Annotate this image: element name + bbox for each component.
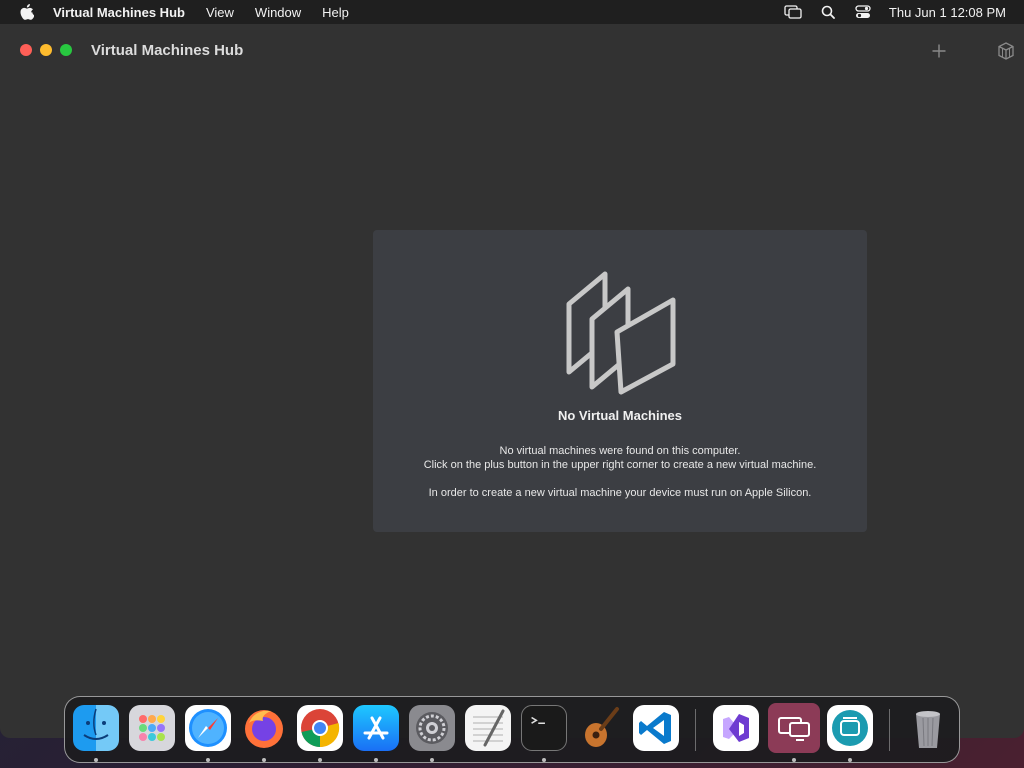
finder-icon[interactable] — [73, 705, 119, 751]
terminal-icon[interactable] — [521, 705, 567, 751]
safari-icon[interactable] — [185, 705, 231, 751]
close-window-button[interactable] — [20, 44, 32, 56]
running-indicator — [94, 758, 98, 762]
plus-icon — [932, 44, 946, 58]
menu-view[interactable]: View — [206, 5, 234, 20]
apple-icon[interactable] — [19, 4, 35, 20]
menu-bar-clock[interactable]: Thu Jun 1 12:08 PM — [889, 5, 1006, 20]
textedit-icon[interactable] — [465, 705, 511, 751]
menu-help[interactable]: Help — [322, 5, 349, 20]
layers-app-icon[interactable] — [827, 705, 873, 751]
empty-state-panel: No Virtual Machines No virtual machines … — [373, 230, 867, 532]
visual-studio-icon[interactable] — [713, 705, 759, 751]
search-icon[interactable] — [819, 4, 837, 20]
running-indicator — [206, 758, 210, 762]
screen-mirroring-icon[interactable] — [784, 4, 802, 20]
running-indicator — [430, 758, 434, 762]
garageband-icon[interactable] — [577, 705, 623, 751]
cube-icon — [998, 42, 1014, 60]
running-indicator — [262, 758, 266, 762]
dock-separator — [889, 709, 890, 751]
running-indicator — [542, 758, 546, 762]
menu-app-name[interactable]: Virtual Machines Hub — [53, 5, 185, 20]
running-indicator — [374, 758, 378, 762]
firefox-icon[interactable] — [241, 705, 287, 751]
empty-state-title: No Virtual Machines — [557, 408, 682, 423]
minimize-window-button[interactable] — [40, 44, 52, 56]
dock-separator — [695, 709, 696, 751]
chrome-icon[interactable] — [297, 705, 343, 751]
empty-state-requirement-note: In order to create a new virtual machine… — [428, 487, 812, 499]
menu-bar: Virtual Machines Hub View Window Help Th… — [0, 0, 1024, 24]
empty-state-description-line: Click on the plus button in the upper ri… — [423, 459, 817, 471]
vscode-icon[interactable] — [633, 705, 679, 751]
window-title: Virtual Machines Hub — [91, 42, 244, 59]
running-indicator — [792, 758, 796, 762]
virtual-machines-hub-icon[interactable] — [768, 703, 820, 753]
launchpad-icon[interactable] — [129, 705, 175, 751]
stacked-pages-icon — [566, 271, 676, 395]
running-indicator — [848, 758, 852, 762]
dock — [64, 696, 960, 763]
control-center-icon[interactable] — [854, 4, 872, 20]
title-bar: Virtual Machines Hub — [0, 24, 1024, 76]
trash-icon[interactable] — [905, 705, 951, 751]
cube-toolbar-button[interactable] — [995, 40, 1017, 62]
system-settings-icon[interactable] — [409, 705, 455, 751]
running-indicator — [318, 758, 322, 762]
app-store-icon[interactable] — [353, 705, 399, 751]
maximize-window-button[interactable] — [60, 44, 72, 56]
menu-window[interactable]: Window — [255, 5, 301, 20]
add-virtual-machine-button[interactable] — [929, 41, 949, 61]
empty-state-description-line: No virtual machines were found on this c… — [499, 445, 741, 457]
app-window: Virtual Machines Hub No Virtual Machines… — [0, 24, 1024, 738]
